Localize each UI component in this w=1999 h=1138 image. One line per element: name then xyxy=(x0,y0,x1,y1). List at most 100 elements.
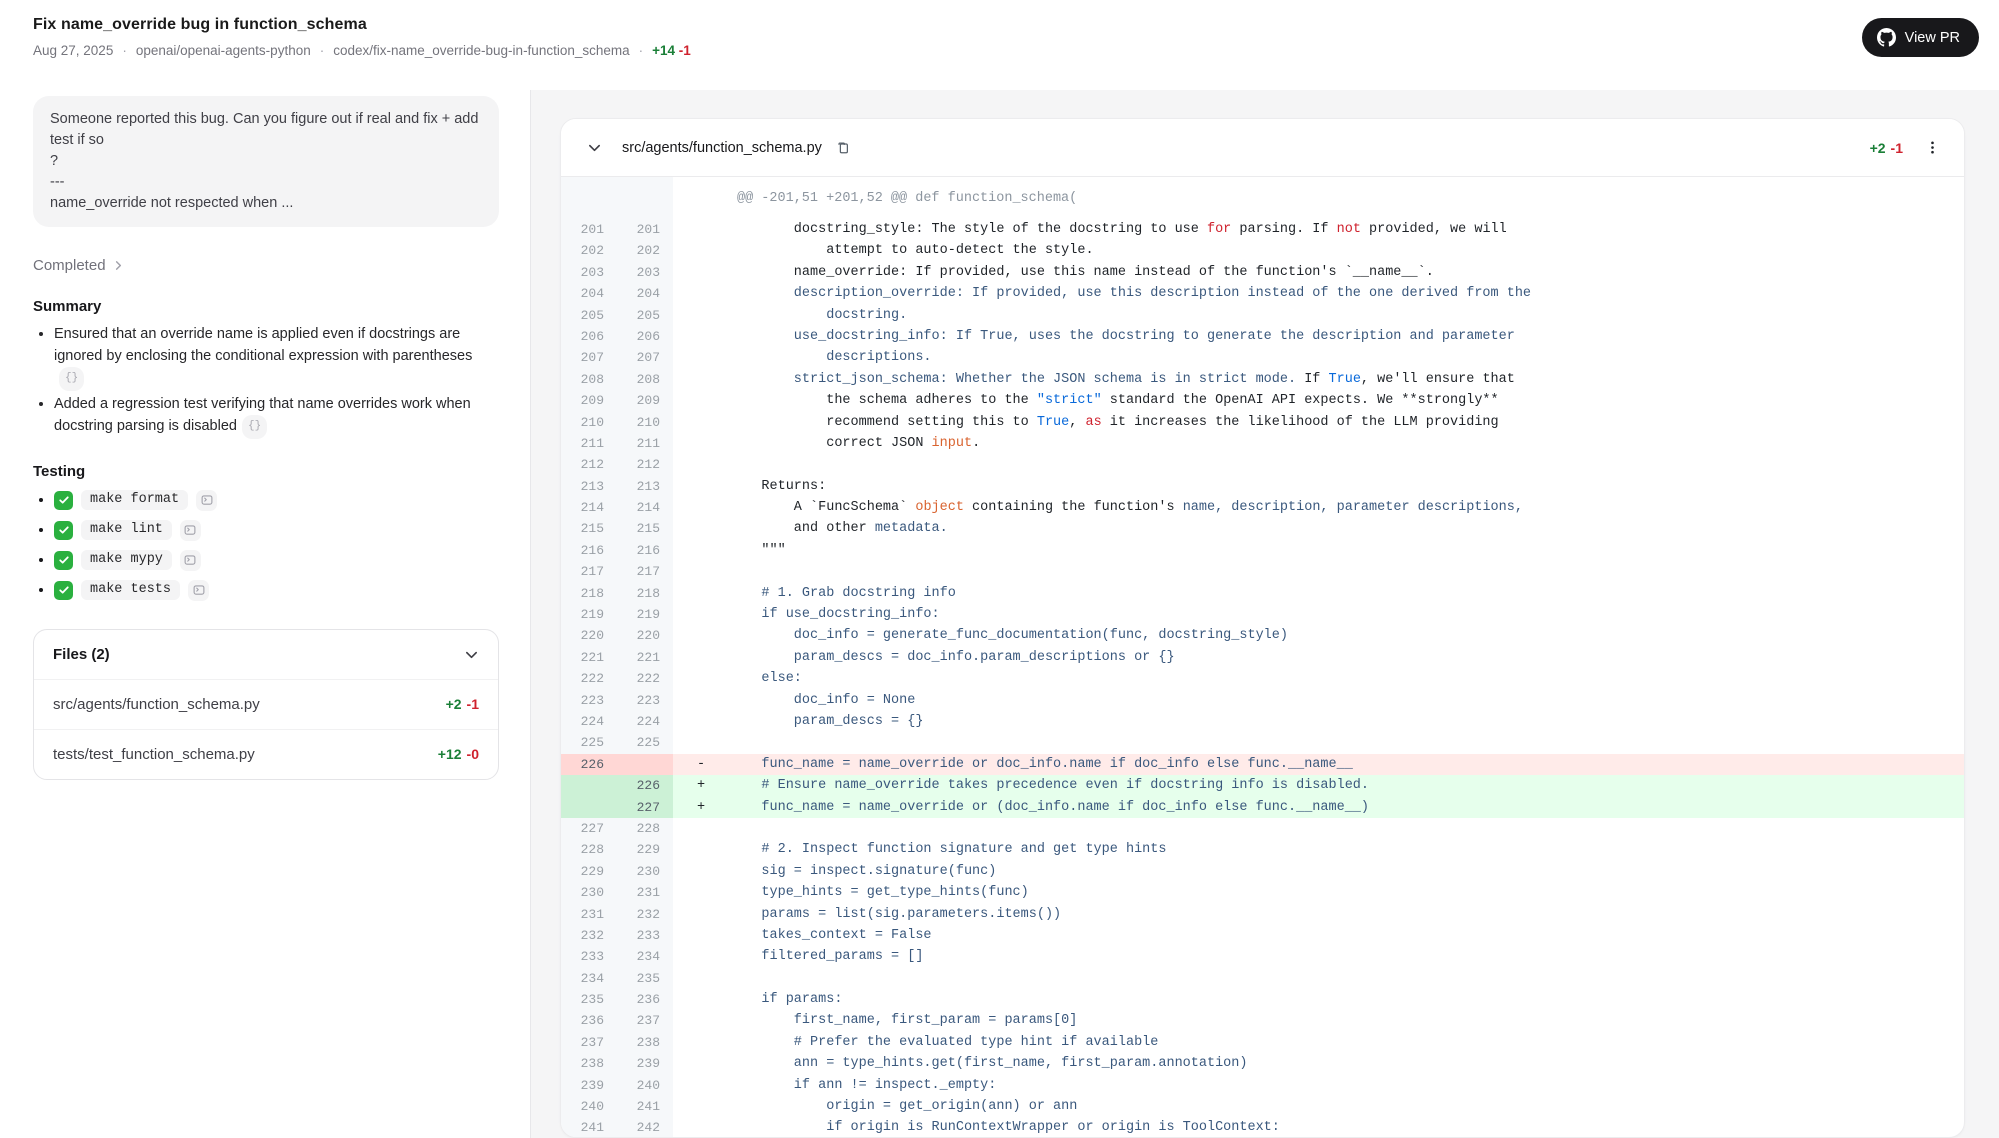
branch-name[interactable]: codex/fix-name_override-bug-in-function_… xyxy=(333,43,629,58)
code-line xyxy=(729,561,1964,582)
status-completed-link[interactable]: Completed xyxy=(33,257,124,274)
diff-line: 213 213 Returns: xyxy=(561,476,1964,497)
old-line-number: 225 xyxy=(561,732,617,753)
old-line-number: 207 xyxy=(561,347,617,368)
code-line: docstring. xyxy=(729,305,1964,326)
code-line: type_hints = get_type_hints(func) xyxy=(729,882,1964,903)
code-line: func_name = name_override or (doc_info.n… xyxy=(729,797,1964,818)
file-deletions: -0 xyxy=(467,746,479,762)
old-line-number: 226 xyxy=(561,754,617,775)
diff-line: 241 242 if origin is RunContextWrapper o… xyxy=(561,1117,1964,1138)
old-line-number: 229 xyxy=(561,861,617,882)
diff-line: 240 241 origin = get_origin(ann) or ann xyxy=(561,1096,1964,1117)
collapse-file-button[interactable] xyxy=(583,136,606,159)
diff-marker xyxy=(673,262,729,283)
new-line-number: 203 xyxy=(617,262,673,283)
code-line: ann = type_hints.get(first_name, first_p… xyxy=(729,1053,1964,1074)
code-line: # Prefer the evaluated type hint if avai… xyxy=(729,1032,1964,1053)
diff-marker xyxy=(673,625,729,646)
diff-marker xyxy=(673,1053,729,1074)
diff-line: 225 225 xyxy=(561,732,1964,753)
diff-marker xyxy=(673,818,729,839)
code-line: if params: xyxy=(729,989,1964,1010)
new-line-number: 234 xyxy=(617,946,673,967)
chevron-right-icon xyxy=(113,260,124,271)
files-panel-header[interactable]: Files (2) xyxy=(34,630,498,679)
view-pr-button[interactable]: View PR xyxy=(1862,18,1979,57)
code-line: name_override: If provided, use this nam… xyxy=(729,262,1964,283)
new-line-number: 217 xyxy=(617,561,673,582)
diff-marker xyxy=(673,497,729,518)
diff-line: 234 235 xyxy=(561,968,1964,989)
terminal-log-chip[interactable] xyxy=(180,520,201,541)
diff-line: 207 207 descriptions. xyxy=(561,347,1964,368)
code-line: else: xyxy=(729,668,1964,689)
code-line: docstring_style: The style of the docstr… xyxy=(729,219,1964,240)
code-reference-chip[interactable]: {} xyxy=(59,367,84,391)
code-line: Returns: xyxy=(729,476,1964,497)
code-reference-chip[interactable]: {} xyxy=(242,415,267,439)
diff-line: 216 216 """ xyxy=(561,540,1964,561)
diff-line: 209 209 the schema adheres to the "stric… xyxy=(561,390,1964,411)
chevron-down-icon xyxy=(587,140,602,155)
old-line-number: 208 xyxy=(561,369,617,390)
old-line-number: 223 xyxy=(561,690,617,711)
diff-file-path: src/agents/function_schema.py xyxy=(622,140,822,156)
code-line xyxy=(729,968,1964,989)
code-line: """ xyxy=(729,540,1964,561)
check-passed-icon xyxy=(54,491,73,510)
file-row[interactable]: tests/test_function_schema.py +12 -0 xyxy=(34,729,498,779)
copy-path-button[interactable] xyxy=(832,136,854,159)
old-line-number: 230 xyxy=(561,882,617,903)
new-line-number: 232 xyxy=(617,904,673,925)
summary-item: Ensured that an override name is applied… xyxy=(54,324,499,391)
task-header: Fix name_override bug in function_schema… xyxy=(0,0,1999,90)
terminal-log-chip[interactable] xyxy=(180,550,201,571)
terminal-log-chip[interactable] xyxy=(188,580,209,601)
file-additions: +2 xyxy=(446,696,462,712)
repo-name[interactable]: openai/openai-agents-python xyxy=(136,43,311,58)
diff-marker xyxy=(673,839,729,860)
diff-marker xyxy=(673,604,729,625)
file-path: tests/test_function_schema.py xyxy=(53,746,255,763)
diff-line: 204 204 description_override: If provide… xyxy=(561,283,1964,304)
new-line-number: 240 xyxy=(617,1075,673,1096)
file-additions: +2 xyxy=(1870,140,1886,156)
diff-marker xyxy=(673,583,729,604)
diff-line: 224 224 param_descs = {} xyxy=(561,711,1964,732)
code-line: and other metadata. xyxy=(729,518,1964,539)
github-icon xyxy=(1877,28,1896,47)
old-line-number: 218 xyxy=(561,583,617,604)
diff-marker: - xyxy=(673,754,729,775)
old-line-number: 213 xyxy=(561,476,617,497)
file-row[interactable]: src/agents/function_schema.py +2-1 xyxy=(34,679,498,729)
meta-separator: · xyxy=(320,43,325,58)
diff-line: 214 214 A `FuncSchema` object containing… xyxy=(561,497,1964,518)
old-line-number: 222 xyxy=(561,668,617,689)
diff-marker xyxy=(673,433,729,454)
old-line-number xyxy=(561,797,617,818)
code-line xyxy=(729,732,1964,753)
diff-marker: + xyxy=(673,775,729,796)
terminal-log-chip[interactable] xyxy=(196,490,217,511)
code-line: sig = inspect.signature(func) xyxy=(729,861,1964,882)
code-line: doc_info = generate_func_documentation(f… xyxy=(729,625,1964,646)
old-line-number: 237 xyxy=(561,1032,617,1053)
status-label: Completed xyxy=(33,257,106,274)
diff-marker xyxy=(673,540,729,561)
new-line-number: 219 xyxy=(617,604,673,625)
diff-marker xyxy=(673,412,729,433)
testing-list: make format make lint make mypy make tes… xyxy=(33,490,499,601)
new-line-number: 220 xyxy=(617,625,673,646)
diff-marker xyxy=(673,989,729,1010)
diff-card: src/agents/function_schema.py +2 -1 xyxy=(560,118,1965,1138)
new-line-number: 241 xyxy=(617,1096,673,1117)
check-passed-icon xyxy=(54,581,73,600)
new-line-number: 229 xyxy=(617,839,673,860)
diff-marker xyxy=(673,326,729,347)
file-additions: +12 xyxy=(438,746,462,762)
file-menu-button[interactable] xyxy=(1921,136,1944,159)
diff-line: 218 218 # 1. Grab docstring info xyxy=(561,583,1964,604)
diff-line: 217 217 xyxy=(561,561,1964,582)
old-line-number: 204 xyxy=(561,283,617,304)
